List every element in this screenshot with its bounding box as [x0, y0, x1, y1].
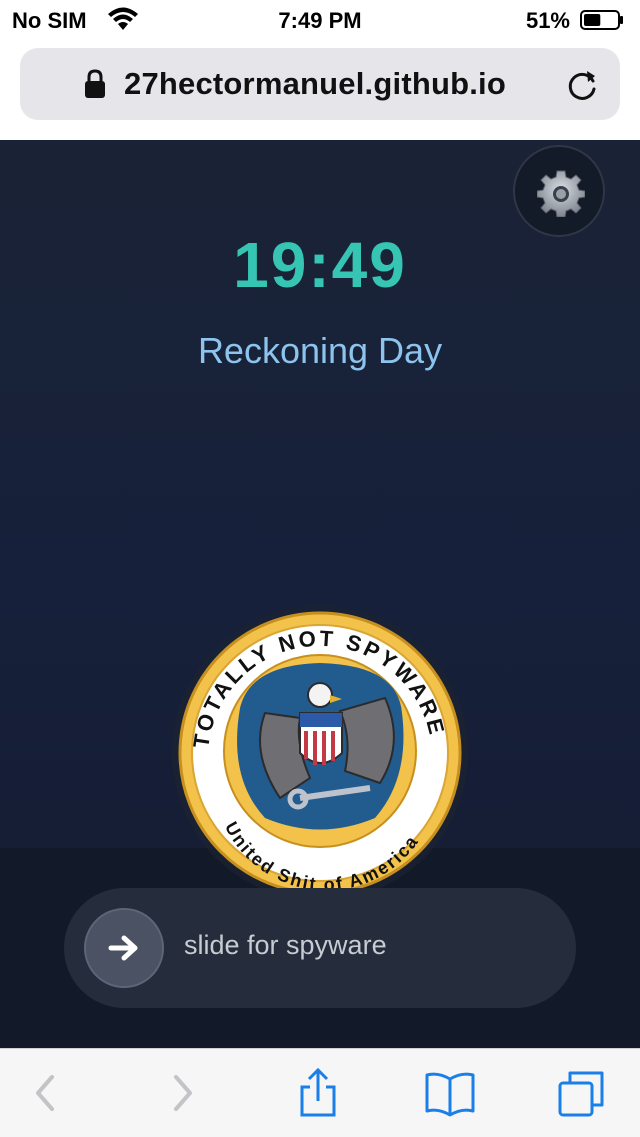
arrow-right-icon: [108, 935, 138, 961]
web-page: 19:49 Reckoning Day TOTALLY NOT SPYWARE …: [0, 140, 640, 1048]
share-icon[interactable]: [292, 1067, 344, 1119]
slider-label: slide for spyware: [184, 930, 387, 960]
day-title: Reckoning Day: [197, 330, 443, 371]
slider-handle[interactable]: [84, 908, 164, 988]
browser-address-area: 27hectormanuel.github.io: [0, 40, 640, 140]
battery-icon: [580, 10, 623, 30]
spyware-seal-logo: TOTALLY NOT SPYWARE United Shit of Ameri…: [172, 605, 468, 901]
battery-percent: 51%: [525, 8, 570, 33]
bookmarks-icon[interactable]: [424, 1067, 476, 1119]
chevron-left-icon[interactable]: [20, 1067, 72, 1119]
gear-icon: [537, 170, 585, 217]
slide-to-unlock[interactable]: slide for spyware: [64, 888, 576, 1008]
lock-icon: [85, 69, 105, 98]
chevron-right-icon[interactable]: [156, 1067, 208, 1119]
settings-button[interactable]: [513, 145, 605, 237]
url-text[interactable]: 27hectormanuel.github.io: [124, 66, 506, 102]
address-bar[interactable]: 27hectormanuel.github.io: [20, 48, 620, 120]
clock-display: 19:49: [233, 229, 407, 301]
reload-icon[interactable]: [566, 68, 600, 102]
status-bar: No SIM 7:49 PM 51%: [0, 0, 640, 40]
browser-toolbar: [0, 1048, 640, 1137]
tabs-icon[interactable]: [556, 1067, 608, 1119]
